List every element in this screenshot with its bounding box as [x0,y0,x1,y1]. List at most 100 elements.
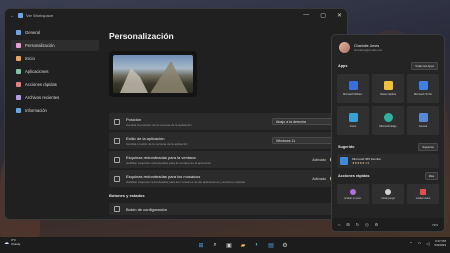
sidebar-item-label: General [25,30,40,35]
setting-desc: Habilitar esquinas redondeadas para los … [126,179,246,184]
sidebar: General Personalización Inicio Aplicacio… [11,27,99,118]
suggested-app[interactable]: Microsoft 365 Familia ★★★★★ 4.5 [337,154,439,168]
setting-row-position: Posición Cambia la posición de la ventan… [109,113,345,130]
sidebar-item-label: Acciones rápidas [25,82,57,87]
home-icon[interactable]: ⌂ [338,222,340,227]
setting-title: Posición [126,116,142,122]
sidebar-item-general[interactable]: General [11,27,99,38]
camera-icon [420,188,426,195]
app-tile-whiteboard[interactable]: Microsoft Whitel.. [337,74,369,103]
setting-desc: Habilitar esquinas redondeadas para la v… [126,160,212,165]
action-tile-video[interactable]: Grabar video [407,184,439,204]
quick-panel: Charlotte Jones charlotte@email.com Apps… [331,34,445,232]
sidebar-item-label: Inicio [25,56,35,61]
gamepad-icon [385,188,391,195]
clock-date: 5/9/2023 [434,243,446,247]
weather-desc: Cloudy [11,241,21,246]
actions-header: Acciones rápidas Más [332,172,444,180]
setting-row-config-button: Botón de configuración [109,203,345,215]
main-content: Personalización Posición Cambia la posic… [109,31,345,217]
sidebar-item-label: Información [25,108,47,113]
whiteboard-icon [348,81,358,90]
app-tile-sticky-notes[interactable]: Notas rápidas [372,74,404,103]
action-name: Grabar un pod.. [344,196,362,200]
windows-start-icon[interactable]: ⊞ [196,240,206,250]
actions-label: Acciones rápidas [338,174,370,178]
chevron-up-icon[interactable]: ⌃ [409,241,412,246]
all-apps-button[interactable]: Todas las Apps [411,62,438,70]
brush-icon [16,43,21,48]
suggested-label: Sugerido [338,145,355,149]
next-button[interactable]: Siguiente [418,143,438,151]
photos-icon [348,113,358,122]
tiles-icon [114,175,120,182]
volume-icon[interactable]: ◁ [426,241,429,246]
more-button[interactable]: Más [424,172,438,180]
refresh-icon[interactable]: ↻ [356,222,359,227]
history-icon[interactable]: ◷ [365,222,369,227]
sticky-notes-icon [383,81,393,90]
sidebar-item-informacion[interactable]: Información [11,105,99,116]
app-name: Journal [418,125,428,128]
panel-footer: ⌂ ⊞ ↻ ◷ ⚙ 73% [332,218,444,231]
settings-window: ← Ver Workspace — ▢ ✕ General Personaliz… [4,8,348,220]
file-explorer-icon[interactable]: ▰ [238,240,248,250]
action-name: Grabar video [415,196,431,200]
style-preview [109,51,197,97]
app-icon [18,13,23,18]
dropdown-value: Windows 11 [276,138,296,143]
toggle-state: Activado [312,176,326,181]
office-icon [340,157,348,165]
title-bar: ← Ver Workspace — ▢ ✕ [5,9,347,22]
sidebar-item-archivos-recientes[interactable]: Archivos recientes [11,92,99,103]
action-tile-podcast[interactable]: Grabar un pod.. [337,184,369,204]
gear-icon[interactable]: ⚙ [280,240,290,250]
wifi-icon[interactable]: ◠ [418,241,422,246]
apps-header: Apps Todas las Apps [332,62,444,70]
store-icon[interactable]: ▤ [266,240,276,250]
sidebar-item-acciones-rapidas[interactable]: Acciones rápidas [11,79,99,90]
clock[interactable]: 3:37 PM 5/9/2023 [434,239,446,247]
sidebar-item-personalizacion[interactable]: Personalización [11,40,99,51]
gear-icon[interactable]: ⚙ [375,222,379,227]
position-dropdown[interactable]: Abajo a la derecha ⌄ [272,118,340,125]
page-title: Personalización [109,31,174,41]
app-name: Notas rápidas [379,93,396,96]
sidebar-item-label: Archivos recientes [25,95,60,100]
action-name: Iniciar juego [381,196,395,200]
task-view-icon[interactable]: ▣ [224,240,234,250]
app-name: Microsoft To Do [414,93,432,96]
minimize-button[interactable]: — [303,12,309,19]
home-icon [16,56,21,61]
user-name: Charlotte Jones [354,43,380,48]
user-card[interactable]: Charlotte Jones charlotte@email.com [332,35,444,58]
sidebar-item-inicio[interactable]: Inicio [11,53,99,64]
maximize-button[interactable]: ▢ [320,12,326,19]
pencil-icon [114,137,120,144]
app-tile-todo[interactable]: Microsoft To Do [407,74,439,103]
edge-icon [383,113,393,122]
app-tile-edge[interactable]: Microsoft Edge [372,106,404,135]
search-icon[interactable]: ⌕ [210,240,220,250]
toggle-state: Activado [312,157,326,162]
setting-title: Esquinas redondeadas para los mosaicos [126,173,201,179]
weather-widget[interactable]: ☁ 3°C Cloudy [4,238,21,246]
apps-icon [16,69,21,74]
close-button[interactable]: ✕ [337,12,342,19]
setting-row-tile-corners: Esquinas redondeadas para los mosaicos H… [109,170,345,187]
rating-stars: ★★★★★ 4.5 [352,161,370,165]
grid-icon[interactable]: ⊞ [346,222,349,227]
app-name: Fotos [349,125,357,128]
sidebar-item-aplicaciones[interactable]: Aplicaciones [11,66,99,77]
back-icon[interactable]: ← [10,13,15,19]
edge-icon[interactable]: ◐ [252,240,262,250]
dropdown-value: Abajo a la derecha [276,119,306,124]
style-dropdown[interactable]: Windows 11 ⌄ [272,137,340,144]
app-tile-photos[interactable]: Fotos [337,106,369,135]
system-tray: ⌃ ◠ ◁ 3:37 PM 5/9/2023 [409,239,446,247]
microphone-icon [350,188,356,195]
app-tile-journal[interactable]: Journal [407,106,439,135]
sidebar-item-label: Personalización [25,43,55,48]
setting-desc: Cambia la posición de la ventana de la a… [126,122,192,127]
action-tile-game[interactable]: Iniciar juego [372,184,404,204]
